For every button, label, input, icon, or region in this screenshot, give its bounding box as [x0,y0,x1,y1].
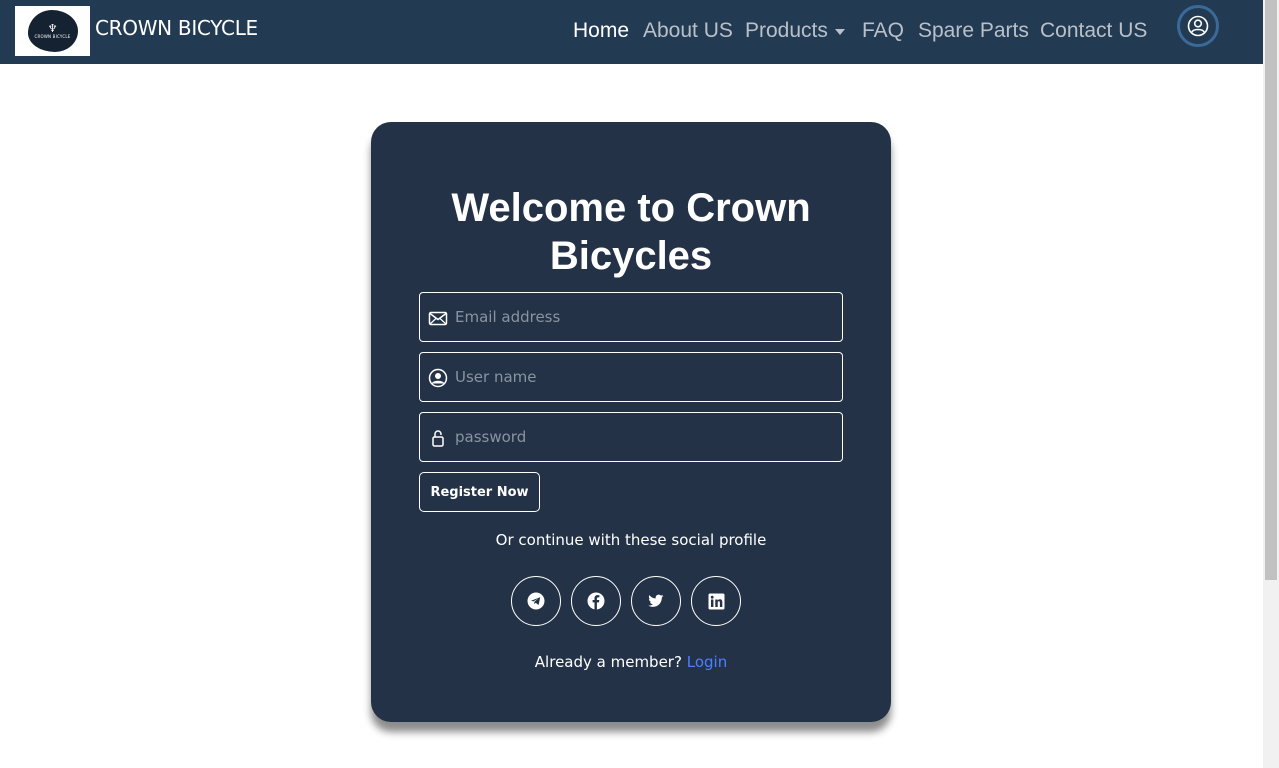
nav-link-faq[interactable]: FAQ [862,19,904,43]
nav-link-products[interactable]: Products [745,19,828,43]
register-card: Welcome to Crown Bicycles R [371,122,891,722]
facebook-button[interactable] [571,576,621,626]
page-title: Welcome to Crown Bicycles [451,186,811,278]
email-field [419,292,843,342]
social-login-text: Or continue with these social profile [495,531,767,549]
register-button[interactable]: Register Now [419,472,540,512]
envelope-icon [428,311,448,326]
nav-link-spare-parts[interactable]: Spare Parts [918,19,1029,43]
user-circle-icon [428,368,448,388]
member-prompt: Already a member? [534,653,682,671]
scrollbar-thumb[interactable] [1265,0,1277,580]
password-field [419,412,843,462]
twitter-button[interactable] [631,576,681,626]
navbar: ♆ CROWN BICYCLE CROWN BICYCLE Home About… [0,0,1263,64]
username-field [419,352,843,402]
lock-icon [432,430,444,447]
telegram-button[interactable] [511,576,561,626]
crown-mark-icon: ♆ [47,22,58,35]
telegram-icon [527,592,545,610]
linkedin-icon [708,593,724,609]
logo-emblem: ♆ CROWN BICYCLE [27,10,78,52]
twitter-icon [648,594,664,607]
page: ♆ CROWN BICYCLE CROWN BICYCLE Home About… [0,0,1263,768]
caret-down-icon[interactable] [835,29,845,35]
brand-logo[interactable]: ♆ CROWN BICYCLE [15,6,90,56]
brand-name[interactable]: CROWN BICYCLE [95,16,258,40]
linkedin-button[interactable] [691,576,741,626]
facebook-icon [587,592,605,610]
email-input[interactable] [455,293,835,341]
profile-button[interactable] [1177,5,1219,47]
already-member-text: Already a member? Login [371,653,891,671]
login-link[interactable]: Login [687,653,727,671]
nav-link-about[interactable]: About US [643,19,733,43]
user-circle-icon [1187,15,1209,37]
password-input[interactable] [455,413,835,461]
vertical-scrollbar[interactable] [1263,0,1279,768]
nav-link-home[interactable]: Home [573,19,629,43]
username-input[interactable] [455,353,835,401]
logo-text: CROWN BICYCLE [34,34,71,39]
nav-link-contact[interactable]: Contact US [1040,19,1147,43]
